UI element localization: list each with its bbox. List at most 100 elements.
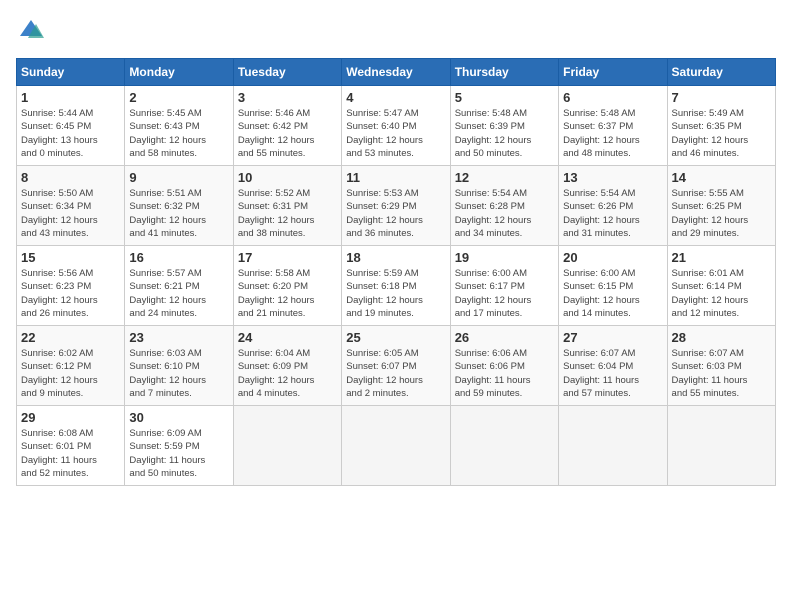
calendar-cell — [342, 406, 450, 486]
col-header-sunday: Sunday — [17, 59, 125, 86]
day-number: 9 — [129, 170, 228, 185]
day-number: 30 — [129, 410, 228, 425]
day-info: Sunrise: 5:47 AM Sunset: 6:40 PM Dayligh… — [346, 107, 445, 160]
col-header-wednesday: Wednesday — [342, 59, 450, 86]
day-info: Sunrise: 5:48 AM Sunset: 6:39 PM Dayligh… — [455, 107, 554, 160]
day-number: 12 — [455, 170, 554, 185]
day-info: Sunrise: 5:56 AM Sunset: 6:23 PM Dayligh… — [21, 267, 120, 320]
calendar-cell: 3 Sunrise: 5:46 AM Sunset: 6:42 PM Daylig… — [233, 86, 341, 166]
calendar-cell: 2 Sunrise: 5:45 AM Sunset: 6:43 PM Daylig… — [125, 86, 233, 166]
calendar-cell: 6 Sunrise: 5:48 AM Sunset: 6:37 PM Daylig… — [559, 86, 667, 166]
col-header-thursday: Thursday — [450, 59, 558, 86]
calendar-cell: 18 Sunrise: 5:59 AM Sunset: 6:18 PM Dayli… — [342, 246, 450, 326]
day-info: Sunrise: 6:05 AM Sunset: 6:07 PM Dayligh… — [346, 347, 445, 400]
calendar-cell: 23 Sunrise: 6:03 AM Sunset: 6:10 PM Dayli… — [125, 326, 233, 406]
day-number: 18 — [346, 250, 445, 265]
day-info: Sunrise: 6:00 AM Sunset: 6:15 PM Dayligh… — [563, 267, 662, 320]
day-number: 17 — [238, 250, 337, 265]
calendar-cell: 20 Sunrise: 6:00 AM Sunset: 6:15 PM Dayli… — [559, 246, 667, 326]
calendar-cell: 29 Sunrise: 6:08 AM Sunset: 6:01 PM Dayli… — [17, 406, 125, 486]
col-header-saturday: Saturday — [667, 59, 775, 86]
calendar-cell — [450, 406, 558, 486]
day-info: Sunrise: 5:58 AM Sunset: 6:20 PM Dayligh… — [238, 267, 337, 320]
calendar-cell: 19 Sunrise: 6:00 AM Sunset: 6:17 PM Dayli… — [450, 246, 558, 326]
col-header-tuesday: Tuesday — [233, 59, 341, 86]
calendar-cell: 15 Sunrise: 5:56 AM Sunset: 6:23 PM Dayli… — [17, 246, 125, 326]
calendar-cell — [233, 406, 341, 486]
day-info: Sunrise: 6:00 AM Sunset: 6:17 PM Dayligh… — [455, 267, 554, 320]
day-info: Sunrise: 5:46 AM Sunset: 6:42 PM Dayligh… — [238, 107, 337, 160]
day-number: 14 — [672, 170, 771, 185]
col-header-monday: Monday — [125, 59, 233, 86]
col-header-friday: Friday — [559, 59, 667, 86]
day-info: Sunrise: 6:09 AM Sunset: 5:59 PM Dayligh… — [129, 427, 228, 480]
day-number: 19 — [455, 250, 554, 265]
day-info: Sunrise: 6:03 AM Sunset: 6:10 PM Dayligh… — [129, 347, 228, 400]
day-info: Sunrise: 5:54 AM Sunset: 6:28 PM Dayligh… — [455, 187, 554, 240]
day-number: 27 — [563, 330, 662, 345]
calendar-cell: 17 Sunrise: 5:58 AM Sunset: 6:20 PM Dayli… — [233, 246, 341, 326]
day-info: Sunrise: 5:57 AM Sunset: 6:21 PM Dayligh… — [129, 267, 228, 320]
calendar-cell: 21 Sunrise: 6:01 AM Sunset: 6:14 PM Dayli… — [667, 246, 775, 326]
day-number: 4 — [346, 90, 445, 105]
day-number: 3 — [238, 90, 337, 105]
day-info: Sunrise: 6:07 AM Sunset: 6:04 PM Dayligh… — [563, 347, 662, 400]
day-number: 23 — [129, 330, 228, 345]
day-info: Sunrise: 6:04 AM Sunset: 6:09 PM Dayligh… — [238, 347, 337, 400]
calendar-cell: 12 Sunrise: 5:54 AM Sunset: 6:28 PM Dayli… — [450, 166, 558, 246]
day-number: 28 — [672, 330, 771, 345]
day-info: Sunrise: 5:54 AM Sunset: 6:26 PM Dayligh… — [563, 187, 662, 240]
day-number: 8 — [21, 170, 120, 185]
day-info: Sunrise: 5:59 AM Sunset: 6:18 PM Dayligh… — [346, 267, 445, 320]
day-info: Sunrise: 5:53 AM Sunset: 6:29 PM Dayligh… — [346, 187, 445, 240]
calendar-cell: 24 Sunrise: 6:04 AM Sunset: 6:09 PM Dayli… — [233, 326, 341, 406]
day-info: Sunrise: 5:44 AM Sunset: 6:45 PM Dayligh… — [21, 107, 120, 160]
day-number: 7 — [672, 90, 771, 105]
day-info: Sunrise: 6:08 AM Sunset: 6:01 PM Dayligh… — [21, 427, 120, 480]
day-info: Sunrise: 5:45 AM Sunset: 6:43 PM Dayligh… — [129, 107, 228, 160]
day-number: 25 — [346, 330, 445, 345]
day-info: Sunrise: 6:01 AM Sunset: 6:14 PM Dayligh… — [672, 267, 771, 320]
day-number: 10 — [238, 170, 337, 185]
day-number: 2 — [129, 90, 228, 105]
day-number: 29 — [21, 410, 120, 425]
day-info: Sunrise: 5:48 AM Sunset: 6:37 PM Dayligh… — [563, 107, 662, 160]
day-number: 15 — [21, 250, 120, 265]
logo — [16, 16, 48, 46]
day-number: 1 — [21, 90, 120, 105]
day-info: Sunrise: 5:55 AM Sunset: 6:25 PM Dayligh… — [672, 187, 771, 240]
calendar-cell: 22Sunrise: 6:02 AM Sunset: 6:12 PM Dayli… — [17, 326, 125, 406]
calendar-cell: 4 Sunrise: 5:47 AM Sunset: 6:40 PM Daylig… — [342, 86, 450, 166]
day-number: 22 — [21, 330, 120, 345]
day-info: Sunrise: 5:52 AM Sunset: 6:31 PM Dayligh… — [238, 187, 337, 240]
day-info: Sunrise: 6:06 AM Sunset: 6:06 PM Dayligh… — [455, 347, 554, 400]
day-number: 26 — [455, 330, 554, 345]
day-info: Sunrise: 5:50 AM Sunset: 6:34 PM Dayligh… — [21, 187, 120, 240]
page-header — [16, 16, 776, 46]
calendar-cell — [559, 406, 667, 486]
calendar-cell: 14 Sunrise: 5:55 AM Sunset: 6:25 PM Dayli… — [667, 166, 775, 246]
day-info: Sunrise: 5:49 AM Sunset: 6:35 PM Dayligh… — [672, 107, 771, 160]
calendar-cell: 25 Sunrise: 6:05 AM Sunset: 6:07 PM Dayli… — [342, 326, 450, 406]
day-number: 20 — [563, 250, 662, 265]
calendar-table: SundayMondayTuesdayWednesdayThursdayFrid… — [16, 58, 776, 486]
day-number: 5 — [455, 90, 554, 105]
calendar-cell: 5 Sunrise: 5:48 AM Sunset: 6:39 PM Daylig… — [450, 86, 558, 166]
day-number: 24 — [238, 330, 337, 345]
calendar-cell: 27 Sunrise: 6:07 AM Sunset: 6:04 PM Dayli… — [559, 326, 667, 406]
calendar-cell: 30 Sunrise: 6:09 AM Sunset: 5:59 PM Dayli… — [125, 406, 233, 486]
calendar-cell: 16 Sunrise: 5:57 AM Sunset: 6:21 PM Dayli… — [125, 246, 233, 326]
day-number: 6 — [563, 90, 662, 105]
calendar-cell: 8 Sunrise: 5:50 AM Sunset: 6:34 PM Daylig… — [17, 166, 125, 246]
calendar-cell: 11 Sunrise: 5:53 AM Sunset: 6:29 PM Dayli… — [342, 166, 450, 246]
calendar-cell: 26 Sunrise: 6:06 AM Sunset: 6:06 PM Dayli… — [450, 326, 558, 406]
calendar-cell — [667, 406, 775, 486]
day-number: 11 — [346, 170, 445, 185]
calendar-cell: 10 Sunrise: 5:52 AM Sunset: 6:31 PM Dayli… — [233, 166, 341, 246]
calendar-cell: 7 Sunrise: 5:49 AM Sunset: 6:35 PM Daylig… — [667, 86, 775, 166]
day-number: 21 — [672, 250, 771, 265]
calendar-cell: 28 Sunrise: 6:07 AM Sunset: 6:03 PM Dayli… — [667, 326, 775, 406]
day-info: Sunrise: 6:07 AM Sunset: 6:03 PM Dayligh… — [672, 347, 771, 400]
calendar-cell: 1 Sunrise: 5:44 AM Sunset: 6:45 PM Daylig… — [17, 86, 125, 166]
day-number: 16 — [129, 250, 228, 265]
